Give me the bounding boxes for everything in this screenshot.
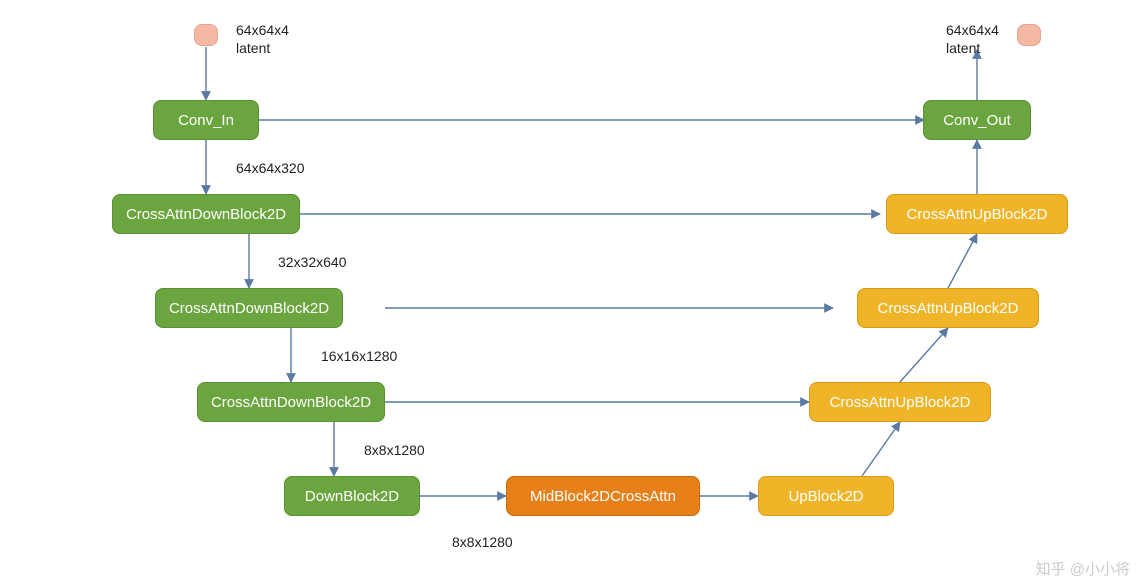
latent-input-label: 64x64x4 latent	[236, 22, 289, 57]
cross-attn-down-2: CrossAttnDownBlock2D	[155, 288, 343, 328]
conv-in-block: Conv_In	[153, 100, 259, 140]
cross-attn-up-1: CrossAttnUpBlock2D	[886, 194, 1068, 234]
cross-attn-down-3: CrossAttnDownBlock2D	[197, 382, 385, 422]
latent-input-box	[194, 24, 218, 46]
latent-output-box	[1017, 24, 1041, 46]
shape-after-down1: 32x32x640	[278, 254, 347, 272]
cross-attn-up-2: CrossAttnUpBlock2D	[857, 288, 1039, 328]
mid-block-cross-attn: MidBlock2DCrossAttn	[506, 476, 700, 516]
up-block-2d: UpBlock2D	[758, 476, 894, 516]
conv-out-block: Conv_Out	[923, 100, 1031, 140]
cross-attn-up-3: CrossAttnUpBlock2D	[809, 382, 991, 422]
zhihu-watermark: 知乎 @小小将	[1036, 558, 1130, 579]
latent-output-label: 64x64x4 latent	[946, 22, 999, 57]
shape-after-conv-in: 64x64x320	[236, 160, 305, 178]
shape-after-down4: 8x8x1280	[452, 534, 513, 552]
down-block-2d: DownBlock2D	[284, 476, 420, 516]
cross-attn-down-1: CrossAttnDownBlock2D	[112, 194, 300, 234]
shape-after-down3: 8x8x1280	[364, 442, 425, 460]
shape-after-down2: 16x16x1280	[321, 348, 397, 366]
